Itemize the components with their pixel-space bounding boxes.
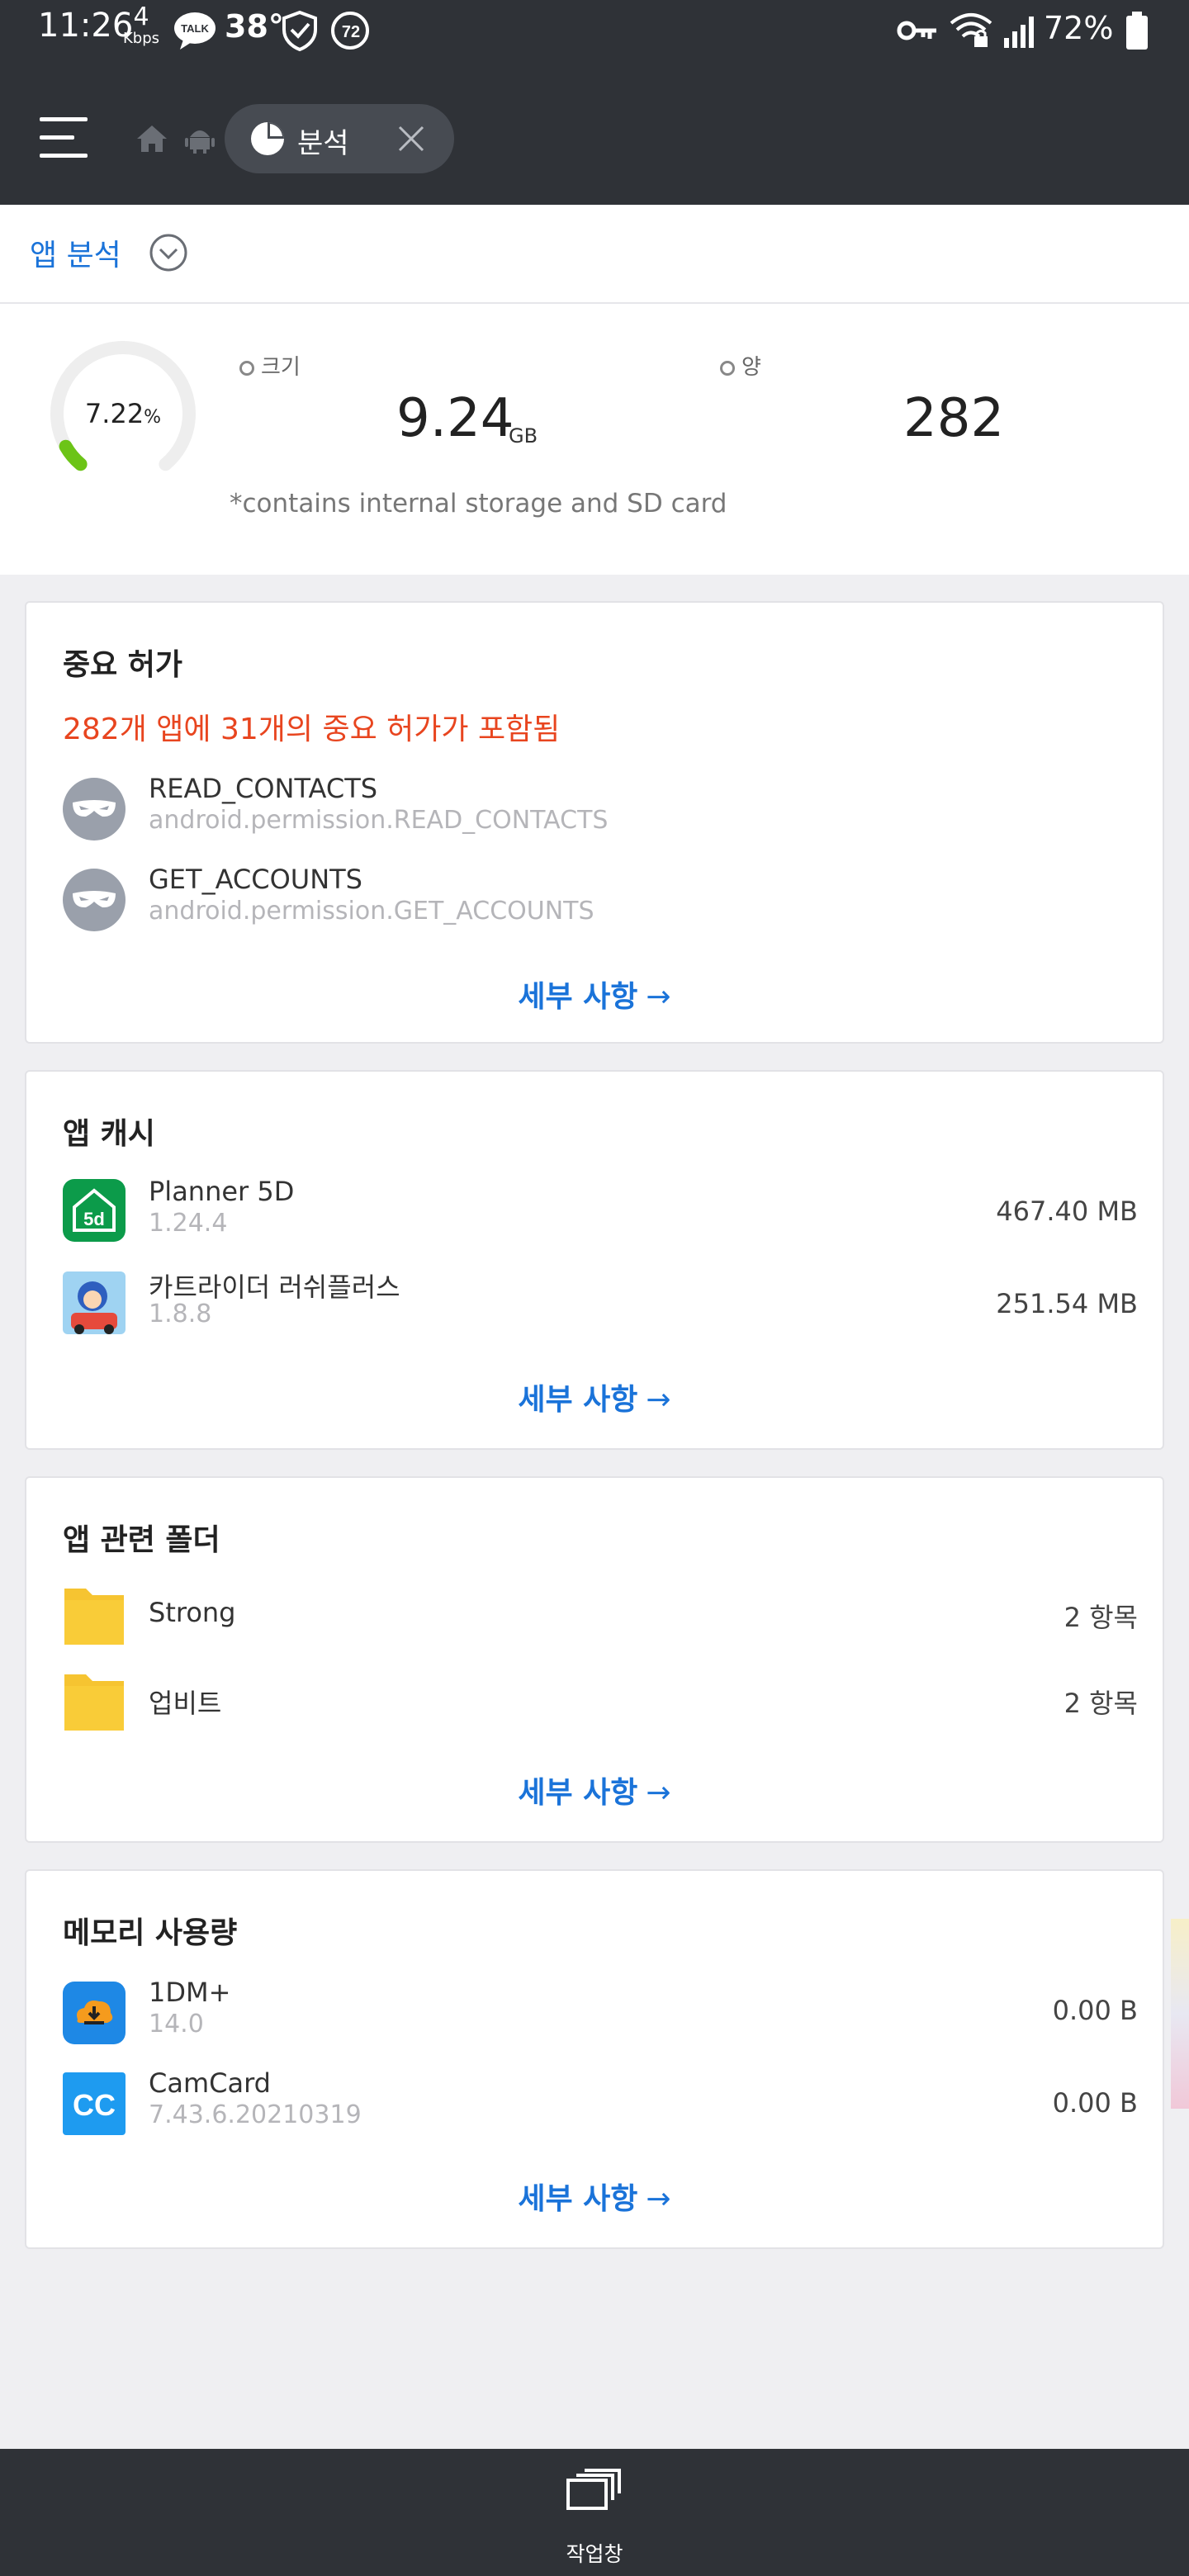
- count-label-text: 양: [741, 355, 761, 380]
- memory-size: 0.00 B: [1052, 2087, 1138, 2119]
- taskbar-icon[interactable]: [566, 2467, 623, 2512]
- net-speed: 4 Kbps: [121, 5, 162, 48]
- circle-badge-text: 72: [342, 23, 360, 41]
- folder-name: 업비트: [149, 1688, 222, 1719]
- folder-count: 2 항목: [1063, 1688, 1138, 1719]
- permission-detail: android.permission.READ_CONTACTS: [149, 806, 609, 835]
- close-icon[interactable]: [395, 122, 428, 155]
- details-button[interactable]: 세부 사항 →: [26, 973, 1163, 1016]
- svg-text:CC: CC: [73, 2088, 116, 2122]
- usage-percent-value: 7.22: [84, 398, 144, 429]
- wifi-icon: [950, 13, 992, 47]
- pie-chart-icon: [251, 122, 284, 155]
- talk-badge-text: TALK: [181, 22, 209, 35]
- battery-percent: 72%: [1044, 10, 1114, 46]
- svg-text:5d: 5d: [83, 1209, 105, 1229]
- storage-note: *contains internal storage and SD card: [230, 489, 727, 519]
- details-button[interactable]: 세부 사항 →: [26, 1376, 1163, 1418]
- top-app-bar: 11:26 4 Kbps TALK 38° 72 72% 분석: [0, 0, 1189, 205]
- status-temperature: 38°: [225, 8, 284, 45]
- camcard-app-icon: CC: [63, 2072, 126, 2135]
- memory-usage-card: 메모리 사용량 1DM+ 14.0 0.00 B CC CamCard 7.43…: [25, 1869, 1164, 2249]
- details-label: 세부 사항: [518, 1383, 638, 1417]
- status-bar: 11:26 4 Kbps TALK 38° 72 72%: [0, 0, 1189, 66]
- folder-name: Strong: [149, 1597, 236, 1628]
- tab-analysis[interactable]: 분석: [225, 104, 454, 173]
- taskbar-label[interactable]: 작업창: [0, 2538, 1189, 2568]
- details-label: 세부 사항: [518, 2182, 638, 2216]
- bottom-bar: 작업창: [0, 2449, 1189, 2576]
- permission-name: READ_CONTACTS: [149, 773, 378, 804]
- 1dm-app-icon: [63, 1982, 126, 2044]
- card-title: 앱 관련 폴더: [63, 1523, 220, 1557]
- app-name: CamCard: [149, 2067, 271, 2099]
- details-button[interactable]: 세부 사항 →: [26, 1769, 1163, 1811]
- arrow-right-icon: →: [646, 1383, 671, 1417]
- arrow-right-icon: →: [646, 2182, 671, 2216]
- kartrider-app-icon: [63, 1271, 126, 1334]
- hamburger-line: [40, 135, 74, 140]
- app-folders-card: 앱 관련 폴더 Strong 2 항목 업비트 2 항목 세부 사항 →: [25, 1476, 1164, 1843]
- usage-percent: 7.22%: [43, 334, 203, 498]
- app-version: 1.24.4: [149, 1209, 228, 1238]
- card-title: 메모리 사용량: [63, 1916, 238, 1950]
- app-name: Planner 5D: [149, 1176, 295, 1207]
- cache-size: 251.54 MB: [996, 1288, 1138, 1319]
- arrow-right-icon: →: [646, 1776, 671, 1810]
- page-title[interactable]: 앱 분석: [30, 231, 121, 274]
- storage-summary: 7.22% 크기 9.24 GB 양 282 *contains interna…: [0, 304, 1189, 575]
- status-time: 11:26: [38, 7, 134, 45]
- analysis-header: 앱 분석: [0, 205, 1189, 304]
- signal-icon: [1004, 17, 1034, 48]
- hamburger-icon: [40, 117, 88, 121]
- chevron-down-icon[interactable]: [149, 233, 188, 272]
- permission-name: GET_ACCOUNTS: [149, 864, 362, 895]
- folder-icon: [64, 1674, 124, 1731]
- cache-size: 467.40 MB: [996, 1196, 1138, 1227]
- arrow-right-icon: →: [646, 980, 671, 1014]
- app-version: 7.43.6.20210319: [149, 2100, 362, 2129]
- hamburger-line: [40, 154, 88, 158]
- usage-percent-sign: %: [144, 407, 162, 428]
- size-label-text: 크기: [261, 355, 301, 380]
- card-title: 앱 캐시: [63, 1117, 155, 1151]
- scroll-indicator[interactable]: [1171, 1919, 1189, 2109]
- folder-icon: [64, 1589, 124, 1645]
- details-button[interactable]: 세부 사항 →: [26, 2175, 1163, 2218]
- permission-warning: 282개 앱에 31개의 중요 허가가 포함됨: [63, 713, 561, 746]
- circle-badge-icon: 72: [331, 12, 369, 50]
- app-cache-card: 앱 캐시 5d Planner 5D 1.24.4 467.40 MB 카트라이…: [25, 1070, 1164, 1450]
- net-speed-unit: Kbps: [122, 30, 160, 47]
- menu-button[interactable]: [40, 116, 88, 162]
- planner-5d-app-icon: 5d: [63, 1179, 126, 1242]
- folder-count: 2 항목: [1063, 1602, 1138, 1633]
- size-label: 크기: [239, 350, 301, 381]
- battery-icon: [1126, 12, 1148, 50]
- count-label: 양: [720, 350, 761, 381]
- usage-gauge: 7.22%: [43, 334, 203, 494]
- talk-icon: TALK: [174, 12, 216, 50]
- mask-icon: [63, 778, 126, 841]
- home-icon[interactable]: [135, 124, 168, 154]
- permission-detail: android.permission.GET_ACCOUNTS: [149, 897, 594, 926]
- count-value: 282: [903, 388, 1005, 449]
- tab-analysis-label: 분석: [297, 127, 349, 160]
- android-icon[interactable]: [185, 124, 215, 154]
- size-value: 9.24: [396, 388, 514, 449]
- app-version: 1.8.8: [149, 1300, 212, 1328]
- details-label: 세부 사항: [518, 1776, 638, 1810]
- net-speed-value: 4: [133, 2, 149, 31]
- permissions-card: 중요 허가 282개 앱에 31개의 중요 허가가 포함됨 READ_CONTA…: [25, 601, 1164, 1044]
- details-label: 세부 사항: [518, 980, 638, 1014]
- card-title: 중요 허가: [63, 648, 183, 682]
- app-version: 14.0: [149, 2010, 204, 2039]
- vpn-key-icon: [897, 21, 936, 40]
- mask-icon: [63, 869, 126, 931]
- memory-size: 0.00 B: [1052, 1995, 1138, 2026]
- app-name: 1DM+: [149, 1977, 231, 2008]
- shield-check-icon: [282, 10, 317, 51]
- size-unit: GB: [509, 424, 538, 447]
